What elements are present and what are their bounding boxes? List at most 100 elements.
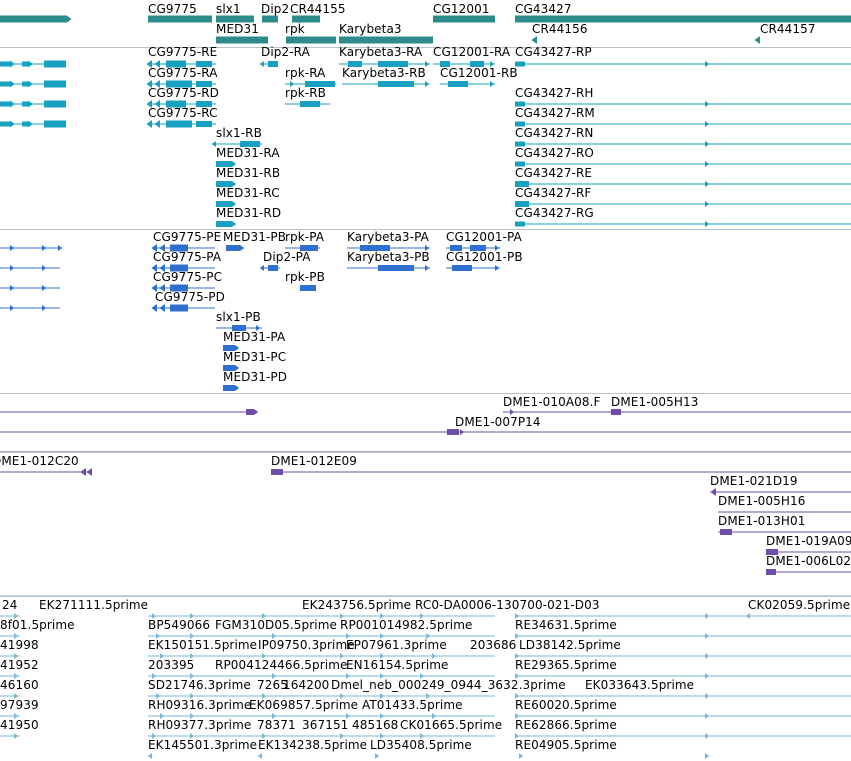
protein-label[interactable]: slx1-PB [216, 310, 261, 324]
exon-block[interactable] [44, 120, 66, 128]
est-label[interactable]: EN16154.5prime [346, 658, 449, 672]
clone-label[interactable]: DME1-005H13 [611, 395, 698, 409]
est-label[interactable]: RP004124466.5prime [215, 658, 348, 672]
est-label[interactable]: RE29365.5prime [515, 658, 617, 672]
transcript-label[interactable]: CG43427-RP [515, 45, 592, 59]
transcript-label[interactable]: CG9775-RC [148, 106, 218, 120]
protein-label[interactable]: CG9775-PD [155, 290, 225, 304]
transcript-label[interactable]: CG43427-RO [515, 146, 594, 160]
protein-label[interactable]: CG12001-PB [446, 250, 523, 264]
protein-label[interactable]: MED31-PC [223, 350, 286, 364]
exon-block[interactable] [22, 81, 28, 87]
clone-label[interactable]: DME1-021D19 [710, 474, 798, 488]
est-label[interactable]: EK069857.5prime [249, 698, 358, 712]
transcript-label[interactable]: CG43427-RM [515, 106, 595, 120]
exon-block[interactable] [271, 469, 283, 475]
protein-label[interactable]: rpk-PB [285, 270, 325, 284]
exon-block[interactable] [447, 429, 459, 435]
est-label[interactable]: 78371 [257, 718, 296, 732]
protein-label[interactable]: Karybeta3-PA [347, 230, 429, 244]
transcript-label[interactable]: MED31-RC [216, 186, 280, 200]
est-label[interactable]: EK145501.3prime [148, 738, 257, 752]
est-label[interactable]: RP001014982.5prime [340, 618, 473, 632]
transcript-label[interactable]: rpk-RB [285, 86, 326, 100]
exon-block[interactable] [0, 101, 10, 107]
exon-block[interactable] [0, 61, 10, 67]
clone-label[interactable]: DME1-013H01 [718, 514, 805, 528]
est-label[interactable]: EP07961.3prime [346, 638, 447, 652]
exon-block[interactable] [0, 81, 10, 87]
est-label[interactable]: 485168 [352, 718, 398, 732]
exon-block[interactable] [448, 81, 468, 87]
transcript-label[interactable]: CG9775-RE [148, 45, 217, 59]
protein-label[interactable]: Karybeta3-PB [347, 250, 430, 264]
exon-block[interactable] [378, 265, 414, 271]
est-label[interactable]: RH09377.3prime [148, 718, 251, 732]
transcript-label[interactable]: slx1-RB [216, 126, 262, 140]
est-label[interactable]: 24 [2, 598, 17, 612]
est-label[interactable]: RE60020.5prime [515, 698, 617, 712]
exon-block[interactable] [226, 245, 240, 251]
exon-block[interactable] [300, 285, 316, 291]
est-label[interactable]: 203395 [148, 658, 194, 672]
gene-bar[interactable] [286, 36, 336, 44]
est-label[interactable]: EK243756.5prime [302, 598, 411, 612]
transcript-label[interactable]: rpk-RA [285, 66, 326, 80]
protein-label[interactable]: rpk-PA [285, 230, 324, 244]
est-label[interactable]: RC0-DA0006-130700-021-D03 [415, 598, 600, 612]
exon-block[interactable] [766, 569, 776, 575]
exon-block[interactable] [268, 61, 278, 67]
est-label[interactable]: RH09316.3prime [148, 698, 251, 712]
transcript-label[interactable]: CG43427-RG [515, 206, 594, 220]
protein-label[interactable]: MED31-PD [223, 370, 287, 384]
exon-block[interactable] [611, 409, 621, 415]
clone-label[interactable]: DME1-012E09 [271, 454, 357, 468]
gene-label[interactable]: CG12001 [433, 2, 490, 16]
exon-block[interactable] [22, 101, 28, 107]
est-label[interactable]: 41998 [0, 638, 39, 652]
exon-block[interactable] [300, 101, 320, 107]
clone-label[interactable]: DME1-012C20 [0, 454, 79, 468]
transcript-label[interactable]: Karybeta3-RB [342, 66, 426, 80]
transcript-label[interactable]: CG43427-RH [515, 86, 594, 100]
exon-block[interactable] [216, 221, 232, 227]
transcript-label[interactable]: CG12001-RA [433, 45, 510, 59]
exon-block[interactable] [166, 120, 192, 128]
gene-label[interactable]: Karybeta3 [339, 22, 402, 36]
exon-block[interactable] [196, 121, 212, 127]
exon-block[interactable] [44, 60, 66, 68]
clone-label[interactable]: DME1-005H16 [718, 494, 805, 508]
gene-label[interactable]: CR44156 [532, 22, 588, 36]
transcript-label[interactable]: Dip2-RA [261, 45, 310, 59]
est-label[interactable]: LD35408.5prime [370, 738, 472, 752]
transcript-label[interactable]: CG43427-RF [515, 186, 591, 200]
gene-bar[interactable] [433, 15, 495, 23]
exon-block[interactable] [170, 304, 188, 312]
gene-bar[interactable] [339, 36, 433, 44]
exon-block[interactable] [246, 409, 254, 415]
gene-label[interactable]: Dip2 [261, 2, 289, 16]
gene-bar[interactable] [262, 15, 278, 23]
est-label[interactable]: RE04905.5prime [515, 738, 617, 752]
transcript-label[interactable]: CG9775-RD [148, 86, 219, 100]
est-label[interactable]: 203686 [470, 638, 516, 652]
est-label[interactable]: IP09750.3prime [258, 638, 355, 652]
est-label[interactable]: 97939 [0, 698, 39, 712]
est-label[interactable]: 41952 [0, 658, 39, 672]
clone-label[interactable]: DME1-006L02 [766, 554, 851, 568]
exon-block[interactable] [44, 100, 66, 108]
gene-label[interactable]: CG43427 [515, 2, 572, 16]
gene-label[interactable]: MED31 [216, 22, 259, 36]
exon-block[interactable] [22, 61, 28, 67]
protein-label[interactable]: CG9775-PA [153, 250, 221, 264]
transcript-label[interactable]: CG43427-RE [515, 166, 592, 180]
est-label[interactable]: 46160 [0, 678, 39, 692]
est-label[interactable]: EK271111.5prime [39, 598, 148, 612]
gene-bar[interactable] [216, 36, 268, 44]
est-label[interactable]: BP549066 [148, 618, 210, 632]
est-label[interactable]: FGM310D05.5prime [215, 618, 337, 632]
exon-block[interactable] [452, 265, 472, 271]
est-label[interactable]: 41950 [0, 718, 39, 732]
gene-label[interactable]: slx1 [216, 2, 241, 16]
est-label[interactable]: 8f01.5prime [0, 618, 75, 632]
